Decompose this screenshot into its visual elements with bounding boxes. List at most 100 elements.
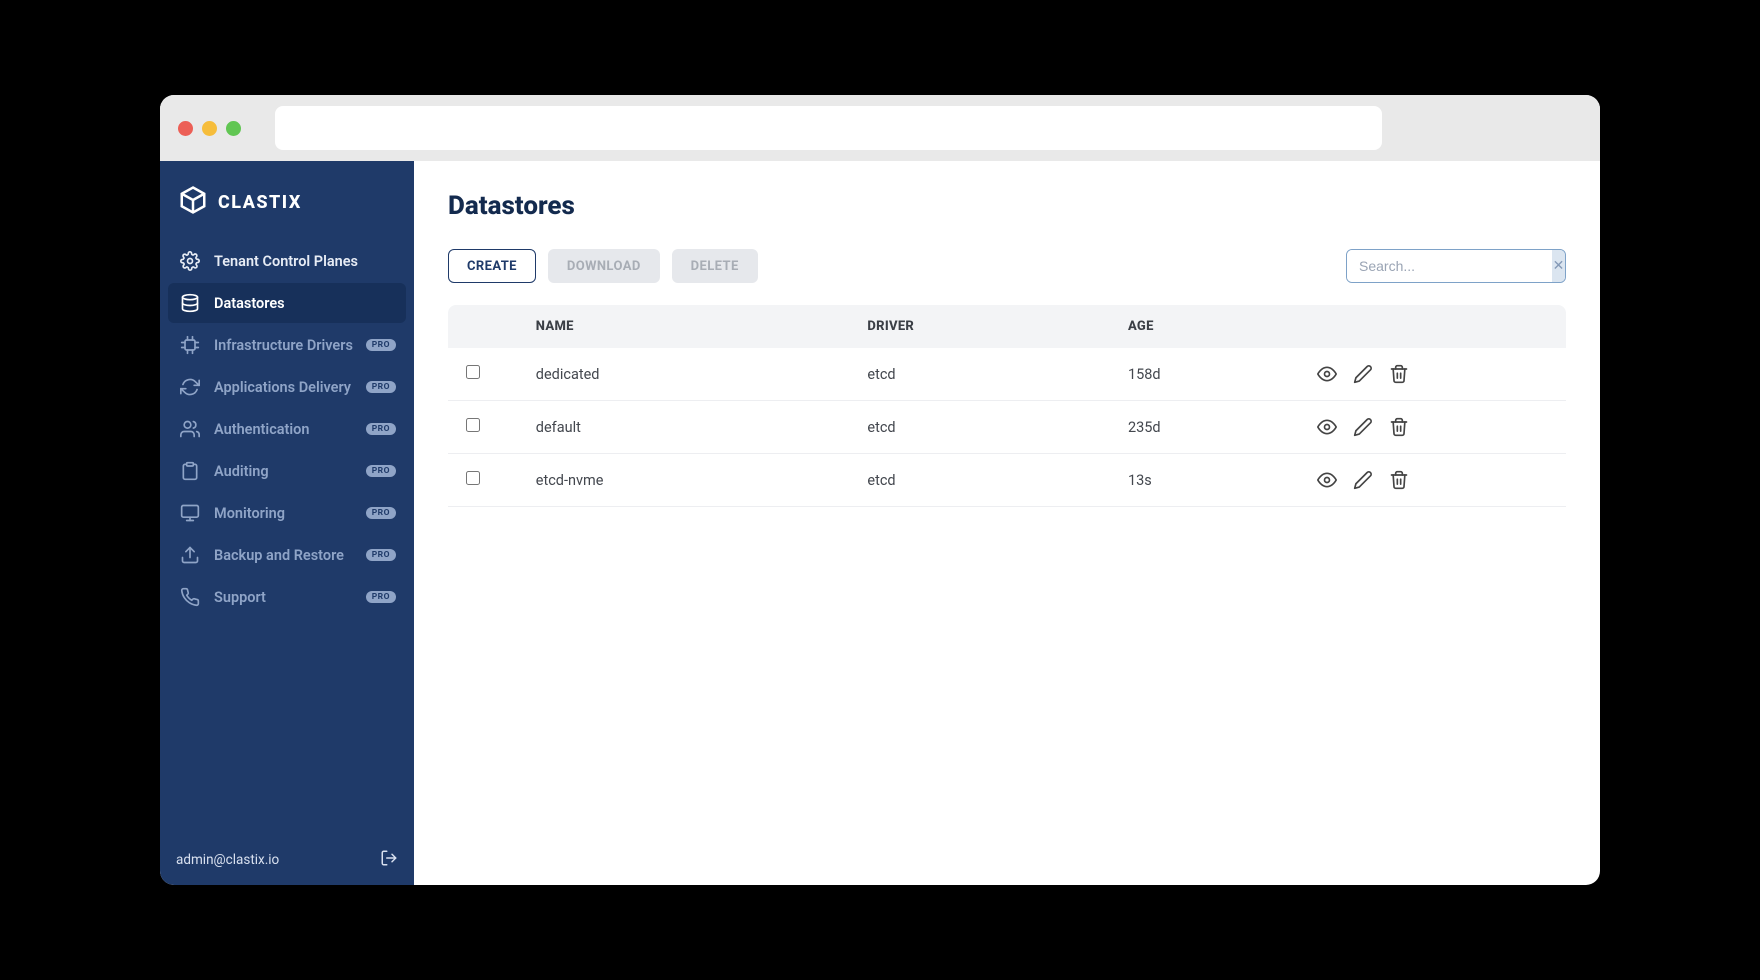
cell-driver: etcd — [855, 401, 1116, 454]
sidebar-item-label: Backup and Restore — [214, 547, 344, 564]
table-row: defaultetcd235d — [448, 401, 1566, 454]
sidebar: CLASTIX Tenant Control Planes Datastores I… — [160, 161, 414, 885]
sidebar-item-datastores[interactable]: Datastores — [168, 283, 406, 323]
sidebar-item-label: Datastores — [214, 295, 285, 312]
pro-badge: PRO — [366, 339, 396, 351]
trash-icon — [1389, 417, 1409, 437]
create-button[interactable]: CREATE — [448, 249, 536, 283]
brand[interactable]: CLASTIX — [160, 161, 414, 237]
view-button[interactable] — [1317, 470, 1337, 490]
sidebar-item-infrastructure-drivers[interactable]: Infrastructure Drivers PRO — [168, 325, 406, 365]
sidebar-item-label: Support — [214, 589, 266, 606]
sidebar-item-auditing[interactable]: Auditing PRO — [168, 451, 406, 491]
clipboard-icon — [180, 461, 200, 481]
sidebar-item-monitoring[interactable]: Monitoring PRO — [168, 493, 406, 533]
trash-icon — [1389, 470, 1409, 490]
phone-icon — [180, 587, 200, 607]
sidebar-item-authentication[interactable]: Authentication PRO — [168, 409, 406, 449]
sidebar-item-label: Infrastructure Drivers — [214, 337, 353, 354]
search: ✕ — [1346, 249, 1566, 283]
pencil-icon — [1353, 417, 1373, 437]
delete-row-button[interactable] — [1389, 417, 1409, 437]
cell-age: 158d — [1116, 348, 1305, 401]
edit-button[interactable] — [1353, 470, 1373, 490]
close-window[interactable] — [178, 121, 193, 136]
view-button[interactable] — [1317, 417, 1337, 437]
pencil-icon — [1353, 470, 1373, 490]
page-title: Datastores — [448, 191, 1566, 221]
address-bar[interactable] — [275, 106, 1382, 150]
database-icon — [180, 293, 200, 313]
pro-badge: PRO — [366, 507, 396, 519]
sidebar-item-backup-and-restore[interactable]: Backup and Restore PRO — [168, 535, 406, 575]
row-actions — [1317, 417, 1554, 437]
monitor-icon — [180, 503, 200, 523]
brand-name: CLASTIX — [218, 192, 302, 213]
sidebar-footer: admin@clastix.io — [160, 835, 414, 885]
edit-button[interactable] — [1353, 364, 1373, 384]
edit-button[interactable] — [1353, 417, 1373, 437]
col-name[interactable]: NAME — [524, 305, 856, 348]
download-button: DOWNLOAD — [548, 249, 660, 283]
col-driver[interactable]: DRIVER — [855, 305, 1116, 348]
pro-badge: PRO — [366, 549, 396, 561]
sidebar-nav: Tenant Control Planes Datastores Infrastru… — [160, 237, 414, 621]
search-clear-button[interactable]: ✕ — [1552, 250, 1565, 282]
col-checkbox — [448, 305, 524, 348]
eye-icon — [1317, 417, 1337, 437]
sidebar-item-label: Authentication — [214, 421, 310, 438]
chip-icon — [180, 335, 200, 355]
pro-badge: PRO — [366, 465, 396, 477]
users-icon — [180, 419, 200, 439]
sidebar-item-label: Auditing — [214, 463, 269, 480]
row-actions — [1317, 364, 1554, 384]
content: CLASTIX Tenant Control Planes Datastores I… — [160, 161, 1600, 885]
cell-age: 13s — [1116, 454, 1305, 507]
delete-row-button[interactable] — [1389, 470, 1409, 490]
eye-icon — [1317, 470, 1337, 490]
minimize-window[interactable] — [202, 121, 217, 136]
table-body: dedicatedetcd158ddefaultetcd235detcd-nvm… — [448, 348, 1566, 507]
cell-driver: etcd — [855, 454, 1116, 507]
search-input[interactable] — [1347, 250, 1552, 282]
logout-icon[interactable] — [380, 849, 398, 871]
pro-badge: PRO — [366, 591, 396, 603]
upload-icon — [180, 545, 200, 565]
delete-row-button[interactable] — [1389, 364, 1409, 384]
window-controls — [178, 121, 241, 136]
delete-button: DELETE — [672, 249, 758, 283]
col-age[interactable]: AGE — [1116, 305, 1305, 348]
refresh-icon — [180, 377, 200, 397]
datastores-table: NAME DRIVER AGE dedicatedetcd158ddefault… — [448, 305, 1566, 507]
sidebar-item-label: Applications Delivery — [214, 379, 351, 396]
sidebar-item-support[interactable]: Support PRO — [168, 577, 406, 617]
cell-driver: etcd — [855, 348, 1116, 401]
pro-badge: PRO — [366, 381, 396, 393]
row-checkbox[interactable] — [466, 365, 480, 379]
sidebar-item-tenant-control-planes[interactable]: Tenant Control Planes — [168, 241, 406, 281]
cell-age: 235d — [1116, 401, 1305, 454]
table-row: dedicatedetcd158d — [448, 348, 1566, 401]
trash-icon — [1389, 364, 1409, 384]
pencil-icon — [1353, 364, 1373, 384]
pro-badge: PRO — [366, 423, 396, 435]
titlebar — [160, 95, 1600, 161]
sidebar-item-applications-delivery[interactable]: Applications Delivery PRO — [168, 367, 406, 407]
row-checkbox[interactable] — [466, 471, 480, 485]
app-window: CLASTIX Tenant Control Planes Datastores I… — [160, 95, 1600, 885]
brand-logo-icon — [178, 185, 208, 219]
close-icon: ✕ — [1553, 258, 1565, 274]
cell-name: default — [524, 401, 856, 454]
col-actions — [1305, 305, 1566, 348]
sidebar-item-label: Monitoring — [214, 505, 285, 522]
gear-icon — [180, 251, 200, 271]
table-header: NAME DRIVER AGE — [448, 305, 1566, 348]
current-user: admin@clastix.io — [176, 852, 279, 868]
row-checkbox[interactable] — [466, 418, 480, 432]
cell-name: etcd-nvme — [524, 454, 856, 507]
eye-icon — [1317, 364, 1337, 384]
toolbar: CREATE DOWNLOAD DELETE ✕ — [448, 249, 1566, 283]
view-button[interactable] — [1317, 364, 1337, 384]
maximize-window[interactable] — [226, 121, 241, 136]
sidebar-item-label: Tenant Control Planes — [214, 253, 358, 270]
